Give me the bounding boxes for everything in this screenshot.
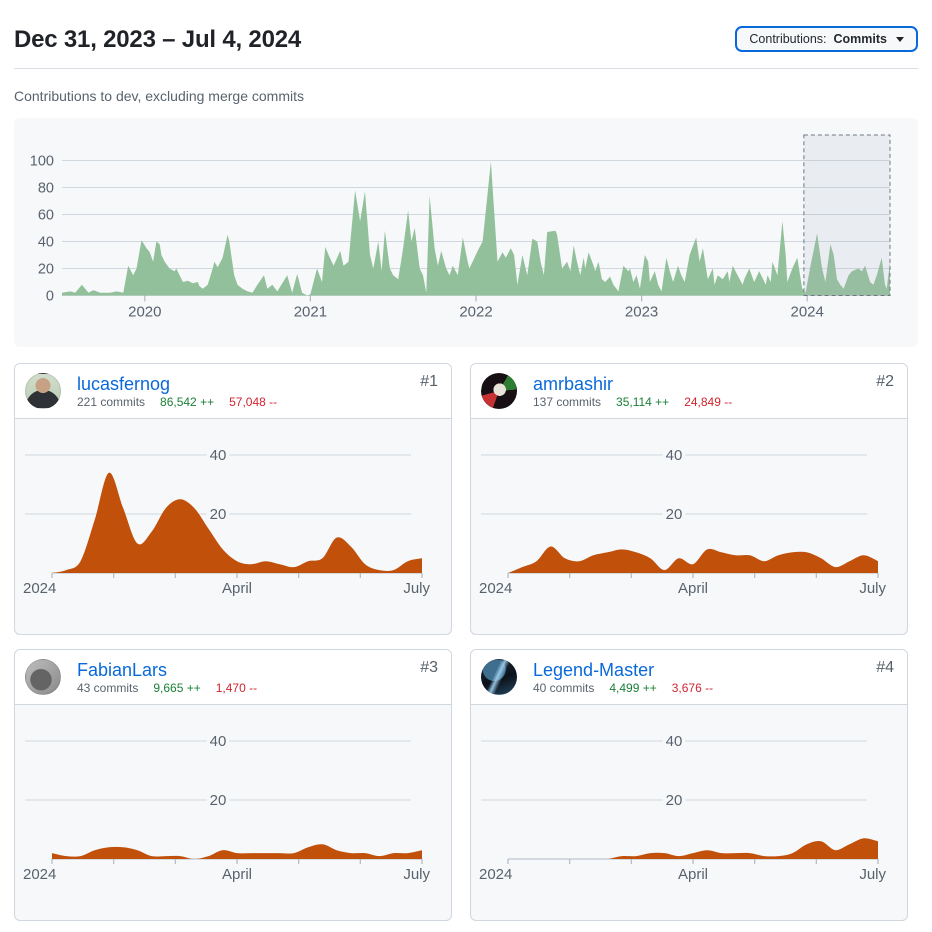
contributor-rank: #4 <box>876 659 894 677</box>
y-axis-label: 40 <box>210 733 227 750</box>
y-axis-label: 0 <box>46 289 54 305</box>
commits-area-series <box>52 473 422 573</box>
y-axis-label: 20 <box>210 506 227 523</box>
contributor-card: amrbashir 137 commits 35,114 ++ 24,849 -… <box>470 363 908 635</box>
avatar[interactable] <box>25 659 61 695</box>
additions: 86,542 ++ <box>160 395 214 409</box>
chart-subtitle: Contributions to dev, excluding merge co… <box>14 88 918 104</box>
chevron-down-icon <box>896 37 904 42</box>
additions: 9,665 ++ <box>153 681 200 695</box>
commits-area-series <box>508 838 878 859</box>
additions: 35,114 ++ <box>616 395 669 409</box>
contributions-overview-panel: 0 20 40 60 80 100 2020 2021 2022 2023 2024 <box>14 118 918 347</box>
contributor-cards-grid: lucasfernog 221 commits 86,542 ++ 57,048… <box>14 363 918 921</box>
x-axis-label: 2024 <box>479 580 512 597</box>
y-axis-label: 40 <box>210 447 227 464</box>
x-axis-label: April <box>678 580 708 597</box>
x-axis-label: July <box>859 580 886 597</box>
avatar[interactable] <box>481 373 517 409</box>
x-axis-label: April <box>222 580 252 597</box>
x-axis-label: July <box>403 866 430 883</box>
page-header: Dec 31, 2023 – Jul 4, 2024 Contributions… <box>0 0 932 54</box>
y-axis-label: 20 <box>210 792 227 809</box>
contributor-card: lucasfernog 221 commits 86,542 ++ 57,048… <box>14 363 452 635</box>
commit-count: 43 commits <box>77 681 138 695</box>
contributor-sparkline-chart: 20 40 2024 April July <box>15 705 451 920</box>
contributions-overview-chart[interactable]: 0 20 40 60 80 100 2020 2021 2022 2023 2024 <box>14 118 918 347</box>
commit-count: 221 commits <box>77 395 145 409</box>
deletions: 3,676 -- <box>672 681 713 695</box>
header-divider <box>14 68 918 69</box>
deletions: 24,849 -- <box>684 395 732 409</box>
y-axis-label: 40 <box>666 733 683 750</box>
commits-area-series <box>508 546 878 573</box>
commits-area-series <box>62 162 890 296</box>
additions: 4,499 ++ <box>609 681 656 695</box>
contributor-name-link[interactable]: Legend-Master <box>533 660 895 680</box>
y-axis-label: 40 <box>38 235 54 251</box>
x-axis-label: April <box>222 866 252 883</box>
y-axis-label: 40 <box>666 447 683 464</box>
x-axis-label: July <box>859 866 886 883</box>
contributor-card: FabianLars 43 commits 9,665 ++ 1,470 -- … <box>14 649 452 921</box>
x-axis-label: April <box>678 866 708 883</box>
y-axis-label: 20 <box>38 262 54 278</box>
y-axis-label: 100 <box>30 154 54 170</box>
commits-area-series <box>52 844 422 859</box>
x-axis-label: 2020 <box>128 304 161 321</box>
x-axis-label: 2024 <box>23 866 56 883</box>
commit-count: 137 commits <box>533 395 601 409</box>
x-axis-label: 2023 <box>625 304 658 321</box>
selection-brush[interactable] <box>804 135 890 296</box>
filter-label: Contributions: <box>749 32 826 46</box>
x-axis-label: 2024 <box>23 580 56 597</box>
contributions-filter-button[interactable]: Contributions: Commits <box>735 26 918 52</box>
x-axis-label: 2024 <box>791 304 824 321</box>
x-axis-label: 2022 <box>459 304 492 321</box>
x-axis-label: 2024 <box>479 866 512 883</box>
contributor-rank: #2 <box>876 373 894 391</box>
commit-count: 40 commits <box>533 681 594 695</box>
contributor-card-header: amrbashir 137 commits 35,114 ++ 24,849 -… <box>471 364 907 419</box>
contributor-card-header: Legend-Master 40 commits 4,499 ++ 3,676 … <box>471 650 907 705</box>
contributor-name-link[interactable]: lucasfernog <box>77 374 439 394</box>
contributor-name-link[interactable]: amrbashir <box>533 374 895 394</box>
contributor-sparkline-chart: 20 40 2024 April July <box>471 419 907 634</box>
x-axis-label: July <box>403 580 430 597</box>
filter-value: Commits <box>834 32 887 46</box>
y-axis-label: 80 <box>38 181 54 197</box>
y-axis-label: 20 <box>666 792 683 809</box>
contributor-rank: #3 <box>420 659 438 677</box>
contributor-name-link[interactable]: FabianLars <box>77 660 439 680</box>
deletions: 57,048 -- <box>229 395 277 409</box>
contributor-sparkline-chart: 20 40 2024 April July <box>471 705 907 920</box>
contributor-card-header: lucasfernog 221 commits 86,542 ++ 57,048… <box>15 364 451 419</box>
contributor-card-header: FabianLars 43 commits 9,665 ++ 1,470 -- … <box>15 650 451 705</box>
contributor-rank: #1 <box>420 373 438 391</box>
avatar[interactable] <box>25 373 61 409</box>
y-axis-label: 20 <box>666 506 683 523</box>
contributor-sparkline-chart: 20 40 2024 April July <box>15 419 451 634</box>
deletions: 1,470 -- <box>216 681 257 695</box>
x-axis-label: 2021 <box>294 304 327 321</box>
y-axis-label: 60 <box>38 208 54 224</box>
contributor-card: Legend-Master 40 commits 4,499 ++ 3,676 … <box>470 649 908 921</box>
avatar[interactable] <box>481 659 517 695</box>
